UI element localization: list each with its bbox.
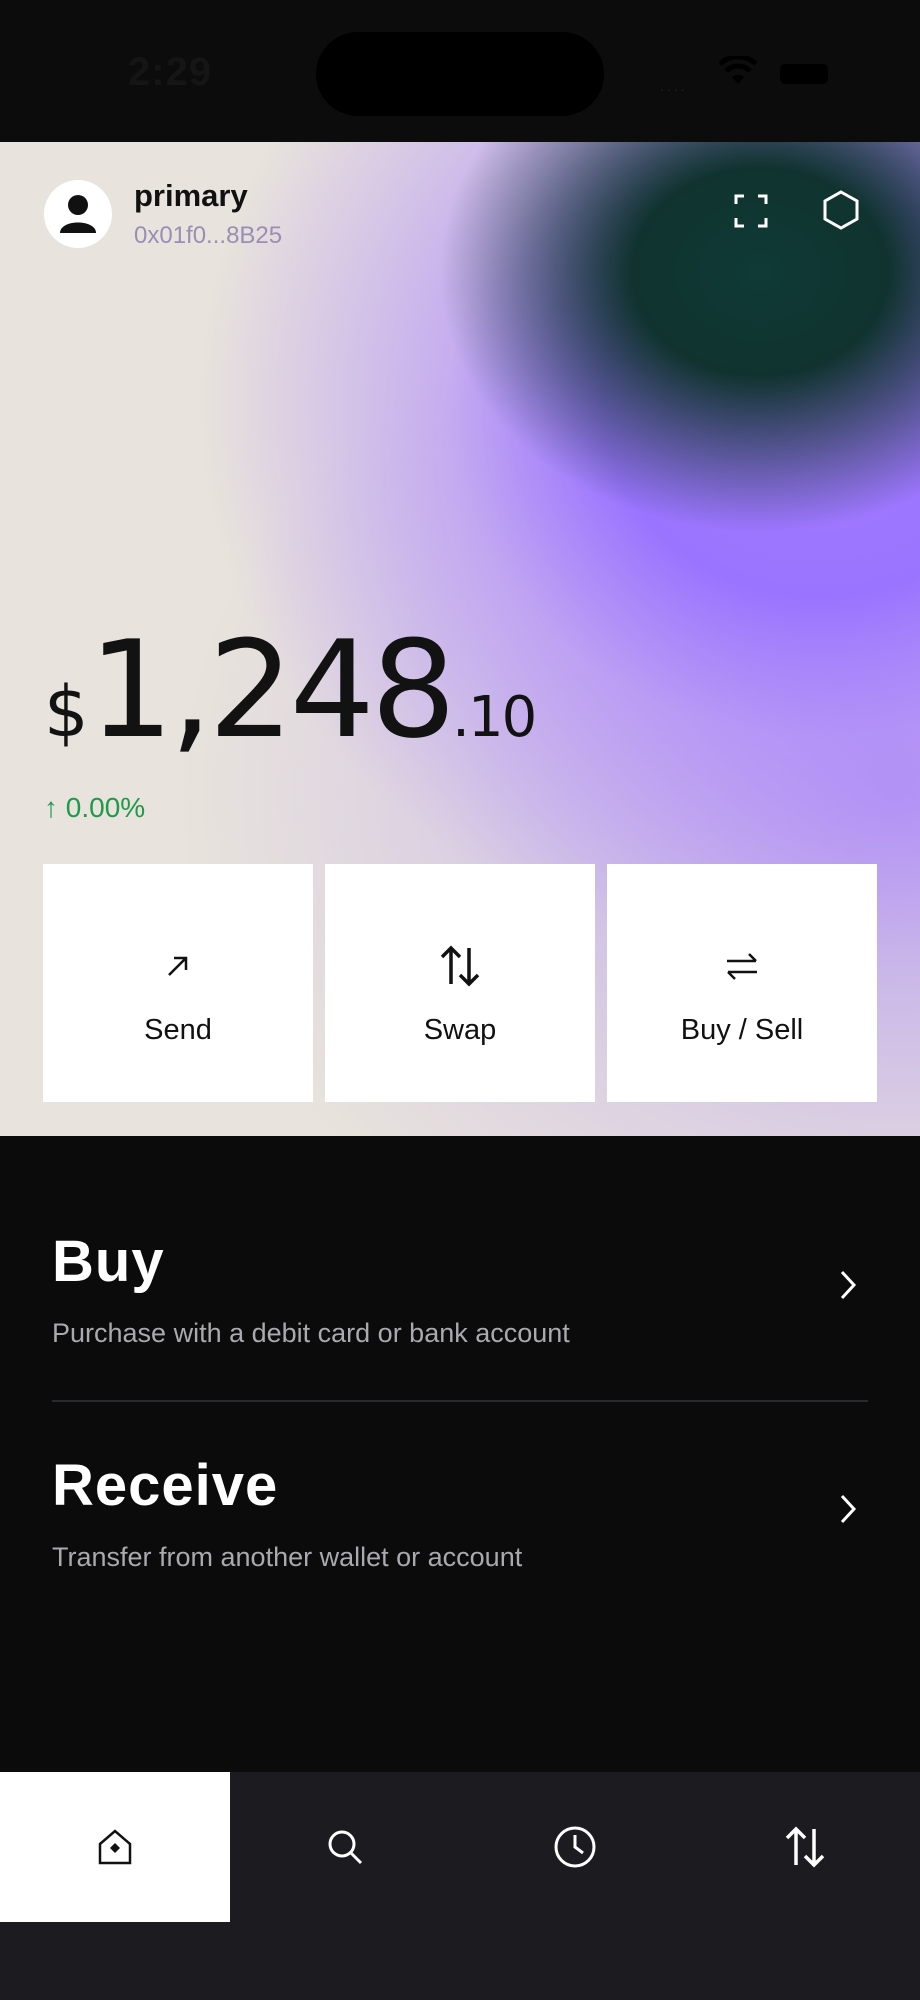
list-item-buy[interactable]: Buy Purchase with a debit card or bank a…	[52, 1228, 868, 1428]
account-address[interactable]: 0x01f0...8B25	[134, 222, 282, 250]
balance-change: ↑ 0.00%	[44, 792, 145, 824]
buy-subtitle: Purchase with a debit card or bank accou…	[52, 1318, 570, 1348]
tab-history[interactable]	[460, 1772, 690, 1922]
scan-icon[interactable]	[734, 194, 768, 228]
transfer-icon	[785, 1826, 825, 1868]
buy-sell-label: Buy / Sell	[680, 1014, 804, 1046]
list-item-receive[interactable]: Receive Transfer from another wallet or …	[52, 1452, 868, 1652]
tab-transfer[interactable]	[690, 1772, 920, 1922]
search-icon	[328, 1830, 363, 1865]
avatar[interactable]	[44, 180, 112, 248]
receive-subtitle: Transfer from another wallet or account	[52, 1542, 523, 1572]
swap-label: Swap	[423, 1014, 497, 1046]
balance-whole: 1,248	[88, 612, 457, 768]
tab-home[interactable]	[0, 1772, 230, 1922]
send-label: Send	[144, 1014, 212, 1046]
user-icon	[60, 195, 96, 233]
tab-search[interactable]	[230, 1772, 460, 1922]
arrows-left-right-icon	[727, 953, 757, 980]
battery-icon	[780, 64, 828, 84]
balance-amount: $1,248.10	[44, 612, 537, 768]
chevron-right-icon	[840, 1270, 857, 1300]
balance-currency: $	[44, 671, 89, 753]
balance-decimal: .10	[452, 685, 537, 750]
tab-bar	[0, 1772, 920, 2000]
dynamic-island	[316, 32, 604, 116]
divider	[52, 1400, 868, 1402]
clock-icon	[554, 1826, 596, 1868]
buy-title: Buy	[52, 1229, 165, 1294]
arrow-up-right-icon	[168, 956, 188, 976]
wifi-icon	[718, 56, 758, 84]
wallet-hero: primary 0x01f0...8B25 $1,248.10 ↑ 0.00% …	[0, 142, 920, 1136]
swap-vertical-icon	[440, 945, 480, 987]
action-buttons: Send Swap Buy / Sell	[43, 864, 877, 1102]
arrow-up-icon: ↑	[44, 792, 58, 823]
hexagon-icon[interactable]	[822, 190, 860, 230]
send-button[interactable]: Send	[43, 864, 313, 1102]
status-time: 2:29	[128, 50, 213, 94]
swap-button[interactable]: Swap	[325, 864, 595, 1102]
chevron-right-icon	[840, 1494, 857, 1524]
status-bar: 2:29 ....	[0, 0, 920, 142]
receive-title: Receive	[52, 1453, 279, 1518]
home-icon	[98, 1829, 132, 1865]
buy-sell-button[interactable]: Buy / Sell	[607, 864, 877, 1102]
account-name[interactable]: primary	[134, 178, 248, 214]
balance-change-value: 0.00%	[65, 792, 146, 823]
cellular-signal-icon: ....	[660, 78, 688, 94]
